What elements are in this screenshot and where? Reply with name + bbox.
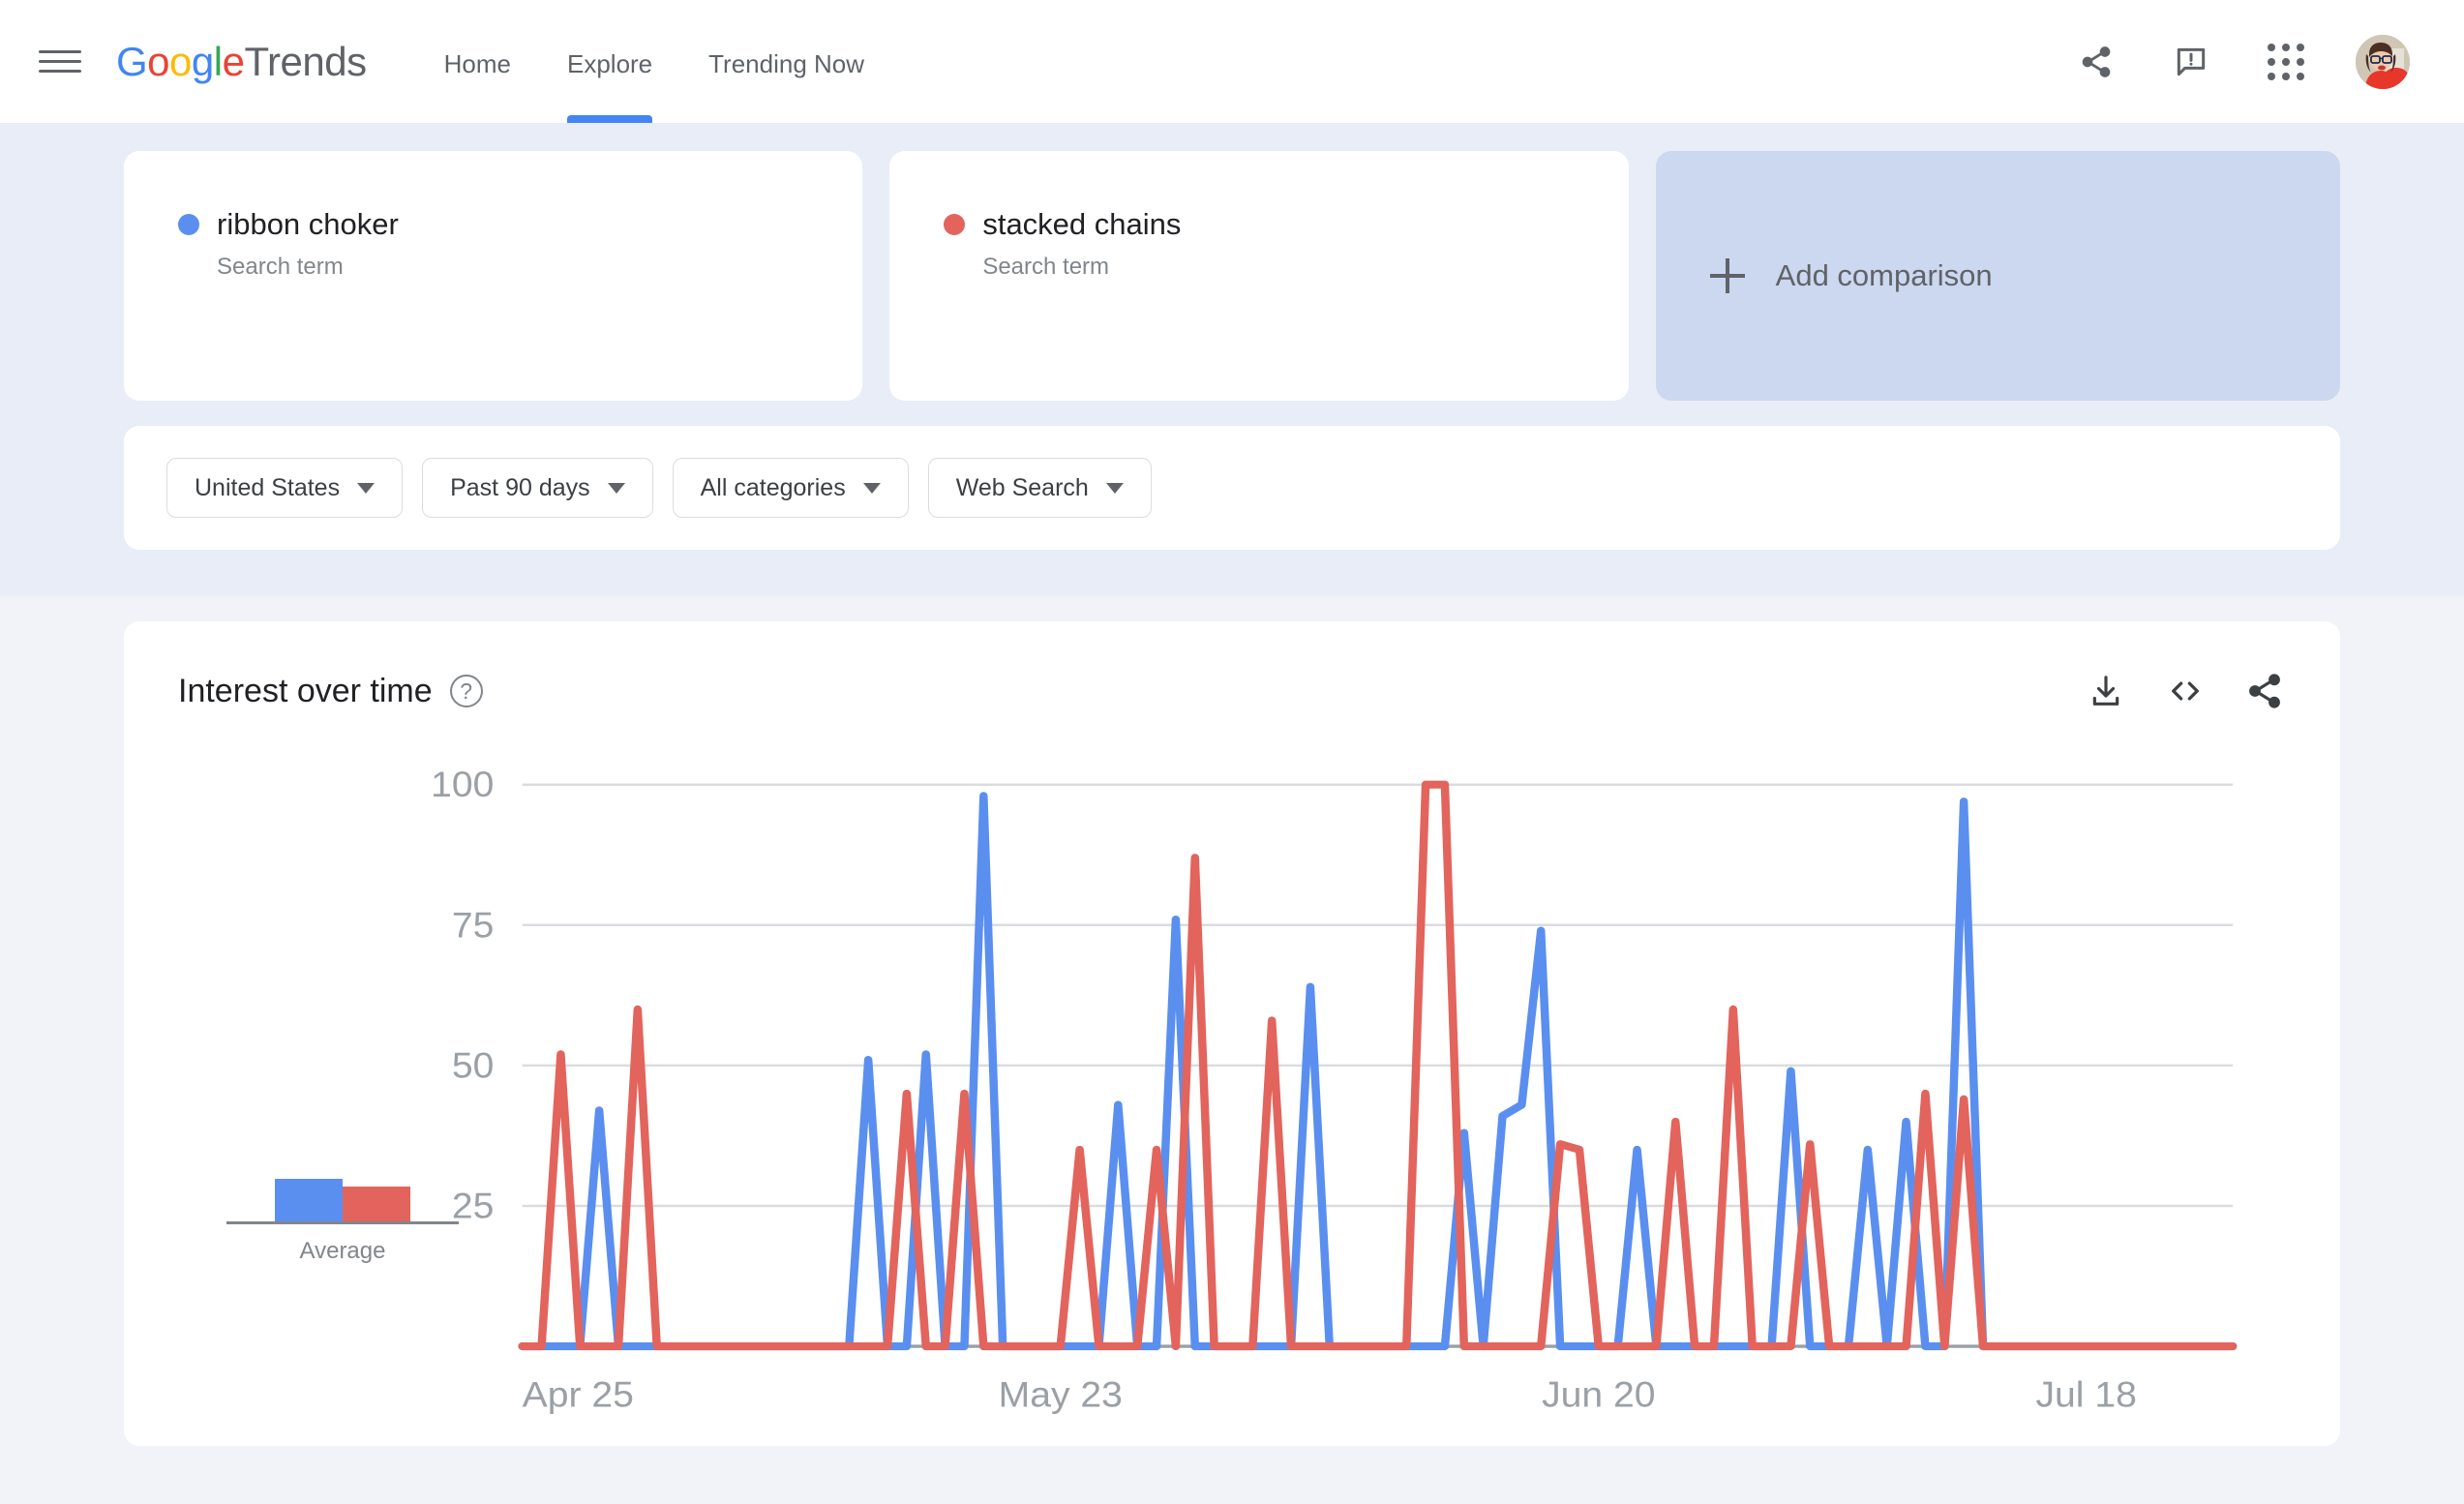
line-chart-svg: 100 75 50 25 Apr 25 May 23 Jun 20 Jul 18 [393, 767, 2255, 1446]
average-bar-ribbon-choker [275, 1179, 343, 1221]
chevron-down-icon [608, 483, 625, 494]
location-filter[interactable]: United States [166, 458, 403, 518]
term-card-stacked-chains[interactable]: stacked chains Search term [889, 151, 1628, 401]
nav-label-explore: Explore [567, 49, 652, 79]
term-name: stacked chains [982, 207, 1181, 242]
term-cards: ribbon choker Search term stacked chains… [0, 151, 2464, 401]
apps-grid-icon[interactable] [2261, 37, 2311, 87]
add-comparison-label: Add comparison [1776, 258, 1993, 293]
term-head: ribbon choker [178, 207, 808, 242]
search-type-filter[interactable]: Web Search [928, 458, 1152, 518]
nav-item-explore[interactable]: Explore [567, 0, 652, 123]
add-comparison-button[interactable]: Add comparison [1656, 151, 2340, 401]
x-axis-tick: Jul 18 [2035, 1374, 2136, 1415]
logo-letter-l: l [214, 39, 223, 85]
chevron-down-icon [863, 483, 881, 494]
chart-header: Interest over time ? [178, 670, 2286, 712]
term-name: ribbon choker [217, 207, 399, 242]
google-trends-logo[interactable]: GoogleTrends [116, 39, 367, 85]
location-filter-label: United States [195, 474, 340, 502]
chevron-down-icon [357, 483, 375, 494]
app-header: GoogleTrends Home Explore Trending Now [0, 0, 2464, 124]
hamburger-menu-icon[interactable] [39, 41, 81, 83]
logo-letter-o1: o [147, 39, 169, 85]
x-axis-tick: Jun 20 [1542, 1374, 1655, 1415]
logo-letter-g2: g [192, 39, 214, 85]
feedback-icon[interactable] [2166, 37, 2216, 87]
y-axis-tick: 100 [431, 767, 494, 805]
category-filter-label: All categories [701, 474, 846, 502]
x-axis-tick: May 23 [999, 1374, 1123, 1415]
y-axis-tick: 75 [452, 905, 495, 946]
interest-over-time-card: Interest over time ? [124, 621, 2340, 1446]
share-chart-icon[interactable] [2243, 670, 2286, 712]
time-range-filter[interactable]: Past 90 days [422, 458, 653, 518]
logo-letter-e: e [223, 39, 245, 85]
term-type: Search term [982, 254, 1574, 281]
share-icon[interactable] [2071, 37, 2121, 87]
chart-section: Interest over time ? [0, 596, 2464, 1446]
interest-over-time-graph[interactable]: 100 75 50 25 Apr 25 May 23 Jun 20 Jul 18 [393, 767, 2255, 1446]
logo-word-trends: Trends [244, 39, 366, 85]
y-axis-tick: 50 [452, 1045, 495, 1086]
account-avatar[interactable] [2356, 35, 2410, 89]
time-range-filter-label: Past 90 days [450, 474, 590, 502]
x-axis-tick: Apr 25 [523, 1374, 634, 1415]
help-icon[interactable]: ? [450, 675, 483, 707]
nav-label-trending-now: Trending Now [708, 49, 864, 79]
filter-bar: United States Past 90 days All categorie… [124, 426, 2340, 550]
query-band: ribbon choker Search term stacked chains… [0, 124, 2464, 596]
term-type: Search term [217, 254, 808, 281]
y-axis-tick: 25 [452, 1186, 495, 1226]
plot-area: Average 100755025Apr 25May 23Jun 20Jul 1… [124, 767, 2340, 1446]
page-title: Interest over time [178, 673, 433, 710]
download-csv-icon[interactable] [2085, 670, 2127, 712]
nav-item-home[interactable]: Home [444, 0, 511, 123]
plus-icon [1710, 258, 1745, 293]
search-type-filter-label: Web Search [956, 474, 1089, 502]
filters-wrap: United States Past 90 days All categorie… [0, 426, 2464, 550]
term-head: stacked chains [944, 207, 1574, 242]
series-color-dot-red [944, 214, 965, 235]
series-color-dot-blue [178, 214, 199, 235]
chart-actions [2085, 670, 2286, 712]
embed-code-icon[interactable] [2164, 670, 2207, 712]
nav-item-trending-now[interactable]: Trending Now [708, 0, 864, 123]
header-actions [2071, 35, 2410, 89]
term-card-ribbon-choker[interactable]: ribbon choker Search term [124, 151, 862, 401]
logo-letter-o2: o [169, 39, 192, 85]
logo-letter-g1: G [116, 39, 147, 85]
category-filter[interactable]: All categories [673, 458, 909, 518]
chevron-down-icon [1106, 483, 1124, 494]
main-nav: Home Explore Trending Now [444, 0, 864, 123]
nav-label-home: Home [444, 49, 511, 79]
